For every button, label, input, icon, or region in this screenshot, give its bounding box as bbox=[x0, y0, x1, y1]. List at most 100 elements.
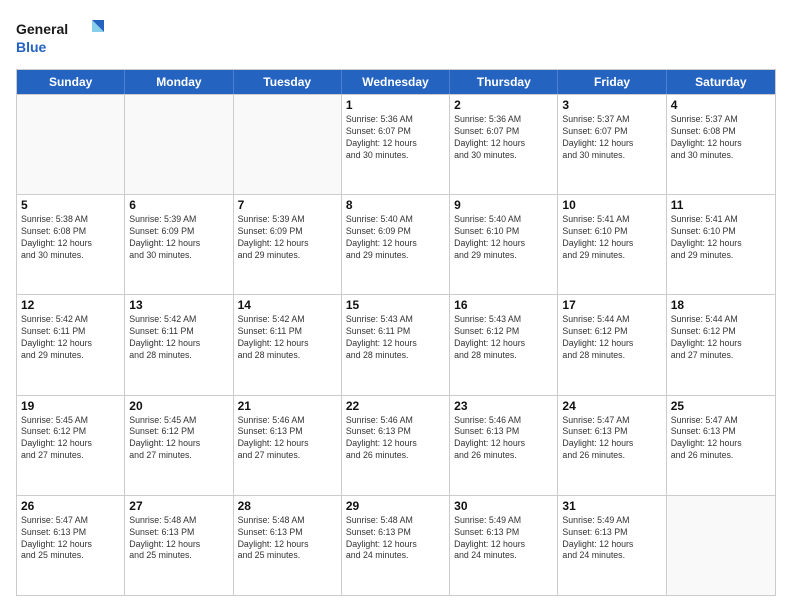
calendar-cell: 10Sunrise: 5:41 AM Sunset: 6:10 PM Dayli… bbox=[558, 195, 666, 294]
day-number: 16 bbox=[454, 298, 553, 312]
calendar-cell: 2 Sunrise: 5:36 AM Sunset: 6:07 PM Daylig… bbox=[450, 95, 558, 194]
day-info: Sunrise: 5:48 AM Sunset: 6:13 PM Dayligh… bbox=[346, 515, 445, 563]
day-info: Sunrise: 5:39 AM Sunset: 6:09 PM Dayligh… bbox=[238, 214, 337, 262]
day-number: 18 bbox=[671, 298, 771, 312]
calendar-cell: 9 Sunrise: 5:40 AM Sunset: 6:10 PM Daylig… bbox=[450, 195, 558, 294]
page: General Blue SundayMondayTuesdayWednesda… bbox=[0, 0, 792, 612]
calendar-cell: 22Sunrise: 5:46 AM Sunset: 6:13 PM Dayli… bbox=[342, 396, 450, 495]
day-number: 10 bbox=[562, 198, 661, 212]
calendar-header: SundayMondayTuesdayWednesdayThursdayFrid… bbox=[17, 70, 775, 94]
day-info: Sunrise: 5:48 AM Sunset: 6:13 PM Dayligh… bbox=[238, 515, 337, 563]
calendar-row: 5Sunrise: 5:38 AM Sunset: 6:08 PM Daylig… bbox=[17, 194, 775, 294]
calendar-cell bbox=[125, 95, 233, 194]
calendar-cell: 13 Sunrise: 5:42 AM Sunset: 6:11 PM Dayli… bbox=[125, 295, 233, 394]
calendar-row: 12 Sunrise: 5:42 AM Sunset: 6:11 PM Dayli… bbox=[17, 294, 775, 394]
day-info: Sunrise: 5:36 AM Sunset: 6:07 PM Dayligh… bbox=[346, 114, 445, 162]
day-number: 19 bbox=[21, 399, 120, 413]
day-info: Sunrise: 5:36 AM Sunset: 6:07 PM Dayligh… bbox=[454, 114, 553, 162]
calendar-row: 1 Sunrise: 5:36 AM Sunset: 6:07 PM Daylig… bbox=[17, 94, 775, 194]
day-number: 15 bbox=[346, 298, 445, 312]
day-info: Sunrise: 5:45 AM Sunset: 6:12 PM Dayligh… bbox=[21, 415, 120, 463]
day-info: Sunrise: 5:38 AM Sunset: 6:08 PM Dayligh… bbox=[21, 214, 120, 262]
calendar-cell: 6 Sunrise: 5:39 AM Sunset: 6:09 PM Daylig… bbox=[125, 195, 233, 294]
calendar-cell bbox=[234, 95, 342, 194]
calendar-cell: 15 Sunrise: 5:43 AM Sunset: 6:11 PM Dayli… bbox=[342, 295, 450, 394]
day-info: Sunrise: 5:39 AM Sunset: 6:09 PM Dayligh… bbox=[129, 214, 228, 262]
day-info: Sunrise: 5:44 AM Sunset: 6:12 PM Dayligh… bbox=[562, 314, 661, 362]
calendar-cell bbox=[17, 95, 125, 194]
day-info: Sunrise: 5:43 AM Sunset: 6:11 PM Dayligh… bbox=[346, 314, 445, 362]
calendar-cell: 18 Sunrise: 5:44 AM Sunset: 6:12 PM Dayli… bbox=[667, 295, 775, 394]
calendar-cell: 21Sunrise: 5:46 AM Sunset: 6:13 PM Dayli… bbox=[234, 396, 342, 495]
calendar-cell: 19 Sunrise: 5:45 AM Sunset: 6:12 PM Dayli… bbox=[17, 396, 125, 495]
calendar-cell: 11Sunrise: 5:41 AM Sunset: 6:10 PM Dayli… bbox=[667, 195, 775, 294]
day-info: Sunrise: 5:47 AM Sunset: 6:13 PM Dayligh… bbox=[562, 415, 661, 463]
calendar-cell: 20 Sunrise: 5:45 AM Sunset: 6:12 PM Dayli… bbox=[125, 396, 233, 495]
calendar: SundayMondayTuesdayWednesdayThursdayFrid… bbox=[16, 69, 776, 596]
calendar-body: 1 Sunrise: 5:36 AM Sunset: 6:07 PM Daylig… bbox=[17, 94, 775, 595]
day-number: 28 bbox=[238, 499, 337, 513]
day-number: 17 bbox=[562, 298, 661, 312]
weekday-header: Friday bbox=[558, 70, 666, 94]
day-number: 2 bbox=[454, 98, 553, 112]
weekday-header: Monday bbox=[125, 70, 233, 94]
calendar-cell: 7 Sunrise: 5:39 AM Sunset: 6:09 PM Daylig… bbox=[234, 195, 342, 294]
calendar-cell: 1 Sunrise: 5:36 AM Sunset: 6:07 PM Daylig… bbox=[342, 95, 450, 194]
day-number: 21 bbox=[238, 399, 337, 413]
svg-text:Blue: Blue bbox=[16, 39, 47, 55]
day-number: 9 bbox=[454, 198, 553, 212]
day-info: Sunrise: 5:42 AM Sunset: 6:11 PM Dayligh… bbox=[21, 314, 120, 362]
day-info: Sunrise: 5:47 AM Sunset: 6:13 PM Dayligh… bbox=[671, 415, 771, 463]
day-info: Sunrise: 5:42 AM Sunset: 6:11 PM Dayligh… bbox=[238, 314, 337, 362]
day-number: 8 bbox=[346, 198, 445, 212]
calendar-cell: 5Sunrise: 5:38 AM Sunset: 6:08 PM Daylig… bbox=[17, 195, 125, 294]
day-info: Sunrise: 5:49 AM Sunset: 6:13 PM Dayligh… bbox=[562, 515, 661, 563]
calendar-cell: 14Sunrise: 5:42 AM Sunset: 6:11 PM Dayli… bbox=[234, 295, 342, 394]
day-info: Sunrise: 5:47 AM Sunset: 6:13 PM Dayligh… bbox=[21, 515, 120, 563]
day-number: 7 bbox=[238, 198, 337, 212]
day-info: Sunrise: 5:37 AM Sunset: 6:08 PM Dayligh… bbox=[671, 114, 771, 162]
calendar-cell: 3 Sunrise: 5:37 AM Sunset: 6:07 PM Daylig… bbox=[558, 95, 666, 194]
day-number: 13 bbox=[129, 298, 228, 312]
calendar-cell: 31Sunrise: 5:49 AM Sunset: 6:13 PM Dayli… bbox=[558, 496, 666, 595]
day-number: 23 bbox=[454, 399, 553, 413]
day-number: 26 bbox=[21, 499, 120, 513]
calendar-cell: 25 Sunrise: 5:47 AM Sunset: 6:13 PM Dayli… bbox=[667, 396, 775, 495]
weekday-header: Sunday bbox=[17, 70, 125, 94]
day-number: 25 bbox=[671, 399, 771, 413]
calendar-cell: 12 Sunrise: 5:42 AM Sunset: 6:11 PM Dayli… bbox=[17, 295, 125, 394]
day-info: Sunrise: 5:40 AM Sunset: 6:10 PM Dayligh… bbox=[454, 214, 553, 262]
day-info: Sunrise: 5:45 AM Sunset: 6:12 PM Dayligh… bbox=[129, 415, 228, 463]
weekday-header: Thursday bbox=[450, 70, 558, 94]
calendar-cell: 26 Sunrise: 5:47 AM Sunset: 6:13 PM Dayli… bbox=[17, 496, 125, 595]
calendar-cell: 29Sunrise: 5:48 AM Sunset: 6:13 PM Dayli… bbox=[342, 496, 450, 595]
day-number: 20 bbox=[129, 399, 228, 413]
day-number: 30 bbox=[454, 499, 553, 513]
calendar-cell: 8Sunrise: 5:40 AM Sunset: 6:09 PM Daylig… bbox=[342, 195, 450, 294]
day-number: 1 bbox=[346, 98, 445, 112]
calendar-cell: 30 Sunrise: 5:49 AM Sunset: 6:13 PM Dayli… bbox=[450, 496, 558, 595]
calendar-cell: 24Sunrise: 5:47 AM Sunset: 6:13 PM Dayli… bbox=[558, 396, 666, 495]
calendar-cell bbox=[667, 496, 775, 595]
day-info: Sunrise: 5:37 AM Sunset: 6:07 PM Dayligh… bbox=[562, 114, 661, 162]
day-info: Sunrise: 5:49 AM Sunset: 6:13 PM Dayligh… bbox=[454, 515, 553, 563]
logo-graphic: General Blue bbox=[16, 16, 106, 61]
weekday-header: Wednesday bbox=[342, 70, 450, 94]
header: General Blue bbox=[16, 16, 776, 61]
day-info: Sunrise: 5:48 AM Sunset: 6:13 PM Dayligh… bbox=[129, 515, 228, 563]
calendar-row: 26 Sunrise: 5:47 AM Sunset: 6:13 PM Dayli… bbox=[17, 495, 775, 595]
calendar-cell: 4Sunrise: 5:37 AM Sunset: 6:08 PM Daylig… bbox=[667, 95, 775, 194]
calendar-row: 19 Sunrise: 5:45 AM Sunset: 6:12 PM Dayli… bbox=[17, 395, 775, 495]
calendar-cell: 17 Sunrise: 5:44 AM Sunset: 6:12 PM Dayli… bbox=[558, 295, 666, 394]
day-info: Sunrise: 5:44 AM Sunset: 6:12 PM Dayligh… bbox=[671, 314, 771, 362]
day-number: 12 bbox=[21, 298, 120, 312]
weekday-header: Saturday bbox=[667, 70, 775, 94]
day-number: 11 bbox=[671, 198, 771, 212]
calendar-cell: 27Sunrise: 5:48 AM Sunset: 6:13 PM Dayli… bbox=[125, 496, 233, 595]
day-number: 22 bbox=[346, 399, 445, 413]
day-number: 3 bbox=[562, 98, 661, 112]
calendar-cell: 16 Sunrise: 5:43 AM Sunset: 6:12 PM Dayli… bbox=[450, 295, 558, 394]
day-number: 6 bbox=[129, 198, 228, 212]
day-info: Sunrise: 5:43 AM Sunset: 6:12 PM Dayligh… bbox=[454, 314, 553, 362]
day-info: Sunrise: 5:42 AM Sunset: 6:11 PM Dayligh… bbox=[129, 314, 228, 362]
